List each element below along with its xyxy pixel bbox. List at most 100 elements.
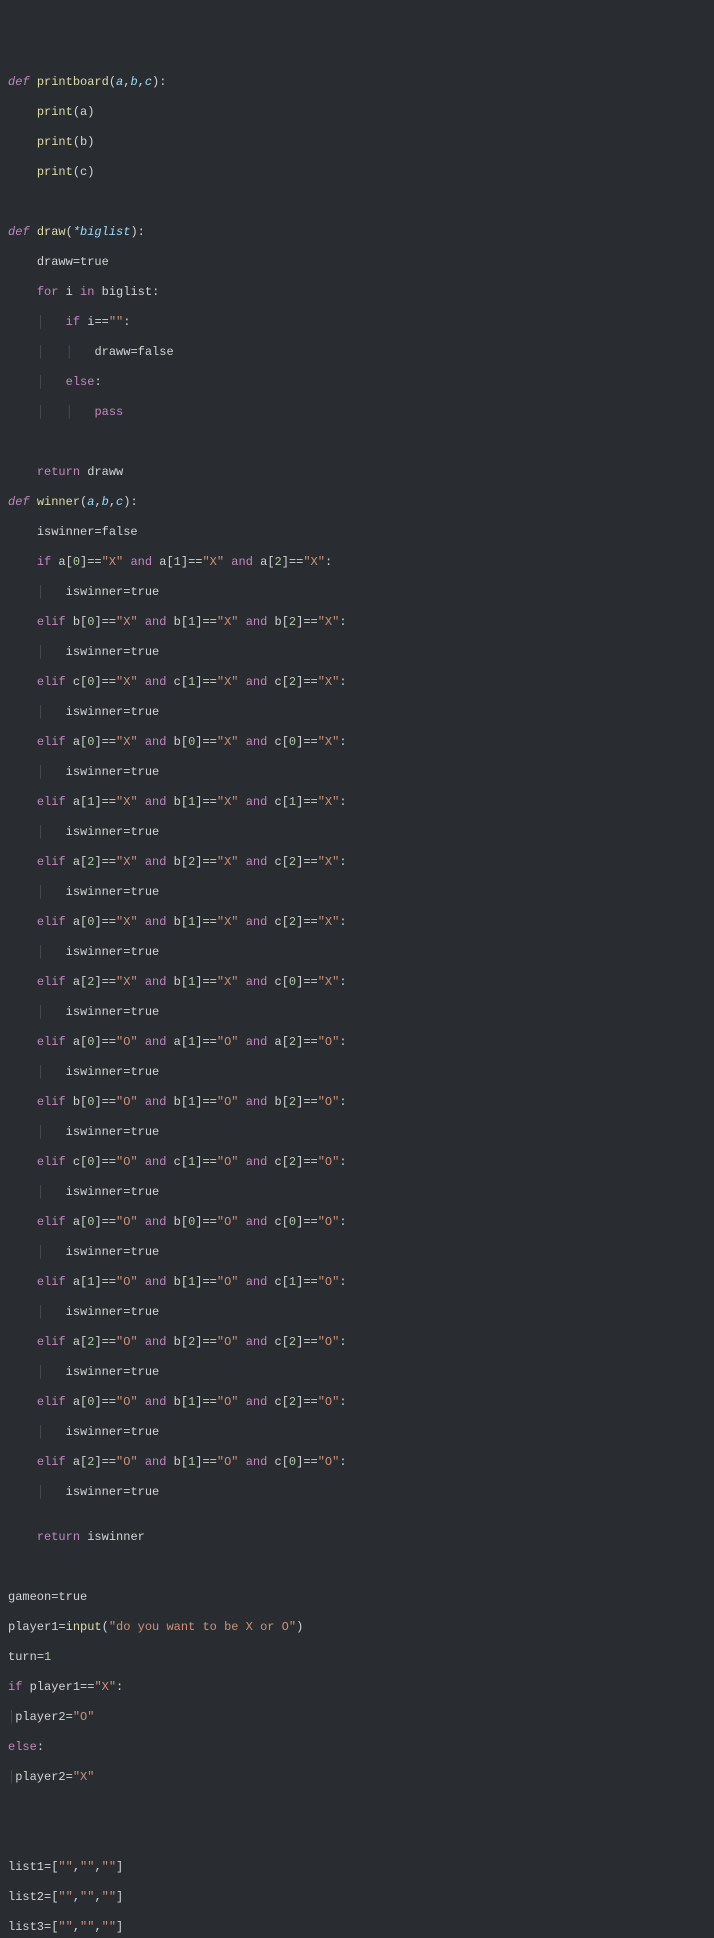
keyword-and: and [145, 1095, 167, 1109]
compare-op: == [303, 615, 317, 629]
compare-op: == [102, 1395, 116, 1409]
compare-op: == [202, 915, 216, 929]
number-literal: 1 [188, 1395, 195, 1409]
number-literal: 1 [289, 1275, 296, 1289]
indent-guide: │ [37, 645, 44, 659]
string-literal: "O" [318, 1215, 340, 1229]
indent-guide: │ [37, 1245, 44, 1259]
keyword-elif: elif [37, 915, 66, 929]
keyword-and: and [145, 1275, 167, 1289]
colon: : [339, 615, 346, 629]
string-literal: "O" [217, 1035, 239, 1049]
code-line: │ iswinner=true [0, 945, 714, 960]
bracket: [ [166, 555, 173, 569]
assign-op: = [123, 1065, 130, 1079]
bracket: [ [181, 855, 188, 869]
bracket: [ [80, 975, 87, 989]
keyword-and: and [145, 735, 167, 749]
bracket: [ [181, 1335, 188, 1349]
variable: b [174, 855, 181, 869]
bracket: ] [195, 1395, 202, 1409]
bracket: [ [80, 1455, 87, 1469]
number-literal: 1 [44, 1650, 51, 1664]
colon: : [94, 375, 101, 389]
variable: a [73, 1395, 80, 1409]
compare-op: == [202, 1395, 216, 1409]
star-operator: * [73, 225, 80, 239]
bracket: ] [296, 1335, 303, 1349]
code-line: print(c) [0, 165, 714, 180]
bracket: [ [80, 1335, 87, 1349]
string-literal: "O" [217, 1275, 239, 1289]
string-literal: "X" [217, 735, 239, 749]
indent-guide: │ [37, 885, 44, 899]
bracket: ] [195, 1095, 202, 1109]
variable: c [73, 675, 80, 689]
variable: b [174, 1455, 181, 1469]
keyword-elif: elif [37, 615, 66, 629]
compare-op: == [102, 975, 116, 989]
string-literal: "X" [303, 555, 325, 569]
blank-line [0, 1800, 714, 1815]
variable: false [138, 345, 174, 359]
keyword-and: and [145, 1155, 167, 1169]
variable: b [174, 1275, 181, 1289]
variable: c [275, 1215, 282, 1229]
variable: a [73, 1215, 80, 1229]
bracket: ] [195, 1275, 202, 1289]
bracket: [ [282, 1215, 289, 1229]
code-line: │ iswinner=true [0, 1125, 714, 1140]
string-literal: "do you want to be X or O" [109, 1620, 296, 1634]
string-literal: "X" [217, 675, 239, 689]
code-line: │ iswinner=true [0, 1185, 714, 1200]
string-literal: "X" [217, 915, 239, 929]
number-literal: 1 [188, 975, 195, 989]
string-literal: "O" [116, 1095, 138, 1109]
number-literal: 1 [174, 555, 181, 569]
compare-op: == [80, 1680, 94, 1694]
code-line: elif a[0]=="O" and b[0]=="O" and c[0]=="… [0, 1215, 714, 1230]
assign-op: = [123, 1005, 130, 1019]
builtin-input: input [66, 1620, 102, 1634]
variable: iswinner [66, 885, 124, 899]
variable: iswinner [37, 525, 95, 539]
keyword-and: and [246, 1095, 268, 1109]
keyword-and: and [246, 1035, 268, 1049]
variable: iswinner [66, 1245, 124, 1259]
keyword-elif: elif [37, 1215, 66, 1229]
number-literal: 2 [289, 1095, 296, 1109]
code-editor[interactable]: def printboard(a,b,c): print(a) print(b)… [0, 60, 714, 1938]
variable: list1 [8, 1860, 44, 1874]
code-line: def winner(a,b,c): [0, 495, 714, 510]
compare-op: == [303, 675, 317, 689]
variable: b [174, 975, 181, 989]
keyword-and: and [145, 855, 167, 869]
bracket: [ [80, 1035, 87, 1049]
bracket: [ [282, 1395, 289, 1409]
indent-guide: │ [66, 405, 73, 419]
string-literal: "O" [318, 1335, 340, 1349]
bracket: ] [296, 1155, 303, 1169]
compare-op: == [289, 555, 303, 569]
bracket: [ [51, 1860, 58, 1874]
string-literal: "X" [318, 795, 340, 809]
bracket: ] [116, 1890, 123, 1904]
variable: iswinner [66, 1065, 124, 1079]
code-line: elif c[0]=="X" and c[1]=="X" and c[2]=="… [0, 675, 714, 690]
paren: ( [73, 135, 80, 149]
code-line: list3=["","",""] [0, 1920, 714, 1935]
string-literal: "" [58, 1890, 72, 1904]
variable: c [275, 915, 282, 929]
assign-op: = [44, 1920, 51, 1934]
keyword-elif: elif [37, 1335, 66, 1349]
code-line: elif a[0]=="X" and b[1]=="X" and c[2]=="… [0, 915, 714, 930]
keyword-for: for [37, 285, 59, 299]
colon: : [152, 285, 159, 299]
string-literal: "" [102, 1860, 116, 1874]
paren: ( [66, 225, 73, 239]
colon: : [339, 1155, 346, 1169]
keyword-elif: elif [37, 795, 66, 809]
compare-op: == [102, 915, 116, 929]
string-literal: "O" [116, 1155, 138, 1169]
param: c [145, 75, 152, 89]
